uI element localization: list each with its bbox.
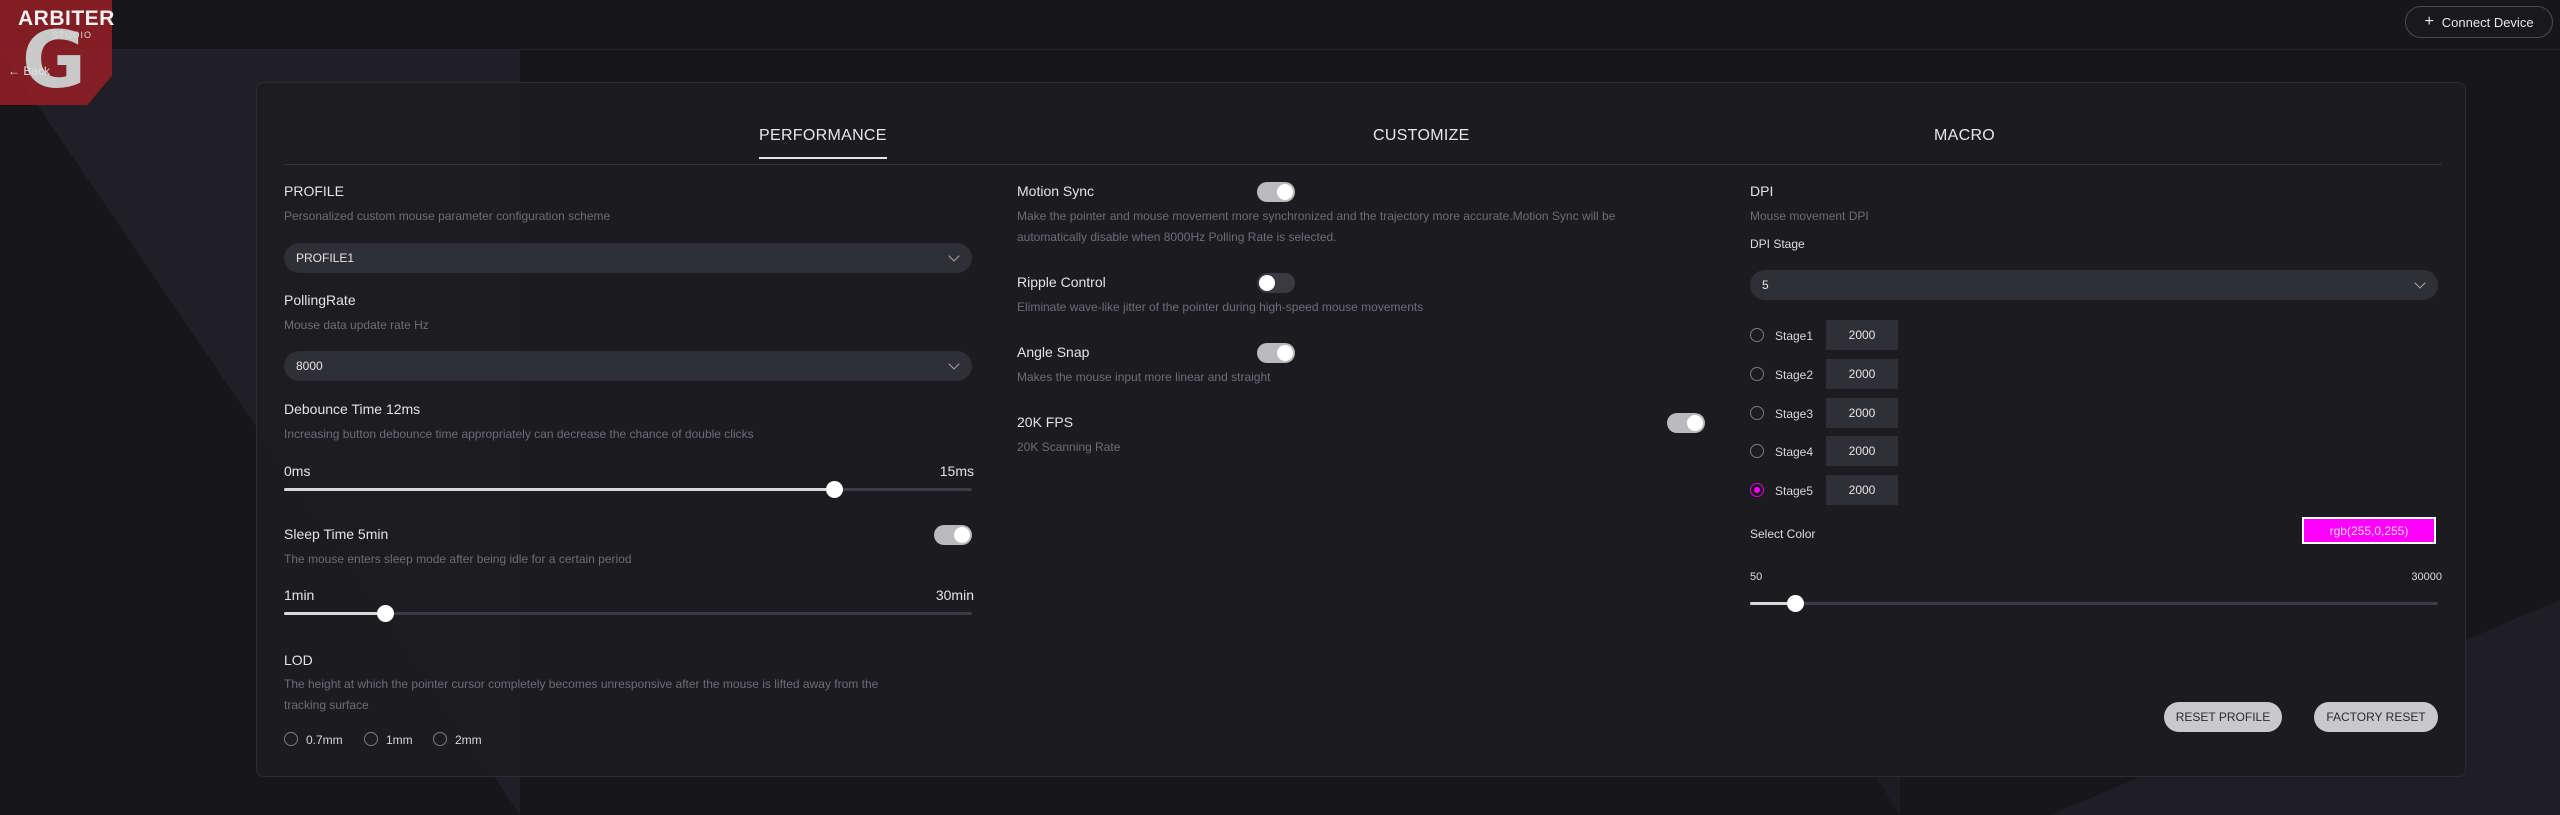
- motion-sync-desc-line2: automatically disable when 8000Hz Pollin…: [1017, 230, 1337, 244]
- dpi-stage1-input[interactable]: 2000: [1826, 320, 1898, 350]
- dpi-stage4-label: Stage4: [1775, 445, 1814, 459]
- dpi-stage2-input[interactable]: 2000: [1826, 359, 1898, 389]
- dpi-slider[interactable]: [1750, 595, 2438, 612]
- dpi-stage-select[interactable]: 5: [1750, 270, 2438, 300]
- logo-subtext: STUDIO: [52, 30, 93, 40]
- connect-device-label: Connect Device: [2441, 14, 2534, 30]
- polling-select-value: 8000: [296, 359, 323, 373]
- select-color-label: Select Color: [1750, 527, 1816, 541]
- dpi-stage1-label: Stage1: [1775, 329, 1814, 343]
- sleep-toggle[interactable]: [934, 525, 972, 545]
- fps-title: 20K FPS: [1017, 414, 1074, 430]
- toggle-knob: [954, 527, 970, 543]
- polling-desc: Mouse data update rate Hz: [284, 318, 429, 332]
- dpi-max-label: 30000: [2411, 571, 2442, 583]
- connect-device-button[interactable]: + Connect Device: [2405, 6, 2553, 38]
- ripple-toggle[interactable]: [1257, 273, 1295, 293]
- lod-radio-2mm[interactable]: [433, 732, 447, 746]
- ripple-desc: Eliminate wave-like jitter of the pointe…: [1017, 300, 1424, 314]
- dpi-stage5-label: Stage5: [1775, 484, 1814, 498]
- debounce-slider-thumb[interactable]: [826, 481, 844, 498]
- chevron-down-icon: [2414, 277, 2426, 289]
- sleep-slider[interactable]: [284, 605, 972, 622]
- angle-snap-title: Angle Snap: [1017, 344, 1090, 360]
- sleep-slider-fill: [284, 612, 386, 615]
- lod-option-label: 1mm: [386, 733, 413, 747]
- dpi-stage4-radio[interactable]: [1750, 444, 1764, 458]
- toggle-knob: [1259, 275, 1275, 291]
- dpi-stage1-radio[interactable]: [1750, 328, 1764, 342]
- lod-radio-0-7mm[interactable]: [284, 732, 298, 746]
- motion-sync-toggle[interactable]: [1257, 182, 1295, 202]
- polling-title: PollingRate: [284, 292, 356, 308]
- toggle-knob: [1687, 415, 1703, 431]
- toggle-knob: [1277, 345, 1293, 361]
- reset-profile-button[interactable]: RESET PROFILE: [2164, 702, 2282, 732]
- dpi-stage4-input[interactable]: 2000: [1826, 436, 1898, 466]
- sleep-slider-thumb[interactable]: [377, 605, 395, 622]
- motion-sync-desc-line1: Make the pointer and mouse movement more…: [1017, 209, 1616, 223]
- lod-desc-line1: The height at which the pointer cursor c…: [284, 677, 879, 691]
- angle-snap-desc: Makes the mouse input more linear and st…: [1017, 370, 1271, 384]
- fps-toggle[interactable]: [1667, 413, 1705, 433]
- top-bar: G ARBITER STUDIO ← Back + Connect Device: [0, 0, 2560, 105]
- debounce-desc: Increasing button debounce time appropri…: [284, 427, 754, 441]
- lod-option-label: 0.7mm: [306, 733, 343, 747]
- back-label: Back: [23, 64, 51, 78]
- polling-select[interactable]: 8000: [284, 351, 972, 381]
- dpi-stage5-radio[interactable]: [1750, 483, 1764, 497]
- sleep-desc: The mouse enters sleep mode after being …: [284, 552, 632, 566]
- profile-title: PROFILE: [284, 183, 344, 199]
- fps-desc: 20K Scanning Rate: [1017, 440, 1121, 454]
- color-picker-swatch[interactable]: rgb(255,0,255): [2302, 517, 2436, 544]
- sleep-min-label: 1min: [284, 587, 315, 603]
- debounce-slider-fill: [284, 488, 835, 491]
- ripple-title: Ripple Control: [1017, 274, 1106, 290]
- lod-option-label: 2mm: [455, 733, 482, 747]
- plus-icon: +: [2424, 13, 2434, 30]
- debounce-title: Debounce Time 12ms: [284, 401, 421, 417]
- dpi-stage-select-value: 5: [1762, 278, 1769, 292]
- debounce-max-label: 15ms: [939, 463, 974, 479]
- dpi-min-label: 50: [1750, 571, 1763, 583]
- profile-select[interactable]: PROFILE1: [284, 243, 972, 273]
- debounce-min-label: 0ms: [284, 463, 311, 479]
- profile-select-value: PROFILE1: [296, 251, 355, 265]
- dpi-stage5-input[interactable]: 2000: [1826, 475, 1898, 505]
- motion-sync-title: Motion Sync: [1017, 183, 1095, 199]
- factory-reset-button[interactable]: FACTORY RESET: [2314, 702, 2438, 732]
- dpi-stage3-input[interactable]: 2000: [1826, 398, 1898, 428]
- settings-panel: PERFORMANCE CUSTOMIZE MACRO PROFILE Pers…: [256, 82, 2466, 777]
- tab-customize[interactable]: CUSTOMIZE: [1373, 127, 1470, 145]
- tab-bar: PERFORMANCE CUSTOMIZE MACRO: [284, 83, 2442, 165]
- sleep-title: Sleep Time 5min: [284, 526, 389, 542]
- toggle-knob: [1277, 184, 1293, 200]
- dpi-stage3-radio[interactable]: [1750, 406, 1764, 420]
- back-link[interactable]: ← Back: [8, 64, 50, 78]
- dpi-stage2-radio[interactable]: [1750, 367, 1764, 381]
- angle-snap-toggle[interactable]: [1257, 343, 1295, 363]
- tab-macro[interactable]: MACRO: [1934, 127, 1995, 145]
- lod-desc-line2: tracking surface: [284, 698, 369, 712]
- lod-radio-1mm[interactable]: [364, 732, 378, 746]
- logo-text: ARBITER: [18, 7, 115, 30]
- chevron-down-icon: [948, 250, 960, 262]
- back-arrow-icon: ←: [8, 64, 20, 78]
- dpi-desc: Mouse movement DPI: [1750, 209, 1869, 223]
- chevron-down-icon: [948, 358, 960, 370]
- dpi-title: DPI: [1750, 183, 1774, 199]
- dpi-slider-thumb[interactable]: [1786, 595, 1804, 612]
- dpi-stage2-label: Stage2: [1775, 368, 1814, 382]
- tab-performance[interactable]: PERFORMANCE: [759, 127, 887, 159]
- debounce-slider[interactable]: [284, 481, 972, 498]
- dpi-stage-label: DPI Stage: [1750, 237, 1805, 251]
- dpi-stage3-label: Stage3: [1775, 407, 1814, 421]
- sleep-max-label: 30min: [935, 587, 974, 603]
- profile-desc: Personalized custom mouse parameter conf…: [284, 209, 611, 223]
- app-logo: G ARBITER STUDIO: [0, 0, 115, 105]
- lod-title: LOD: [284, 652, 313, 668]
